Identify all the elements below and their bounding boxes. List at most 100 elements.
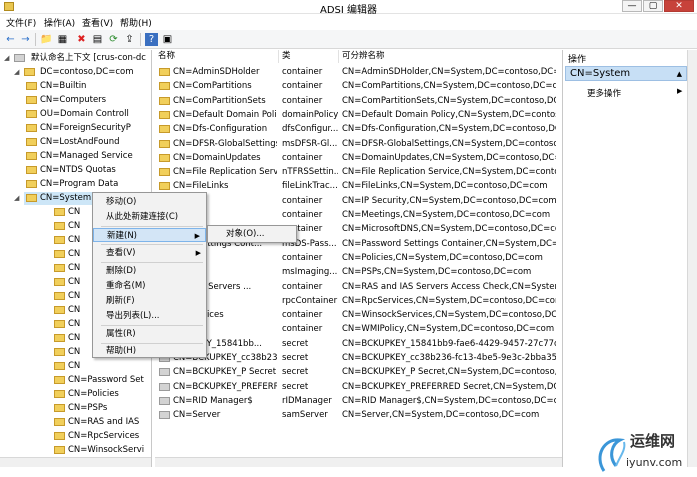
properties-icon[interactable]: ▤ xyxy=(91,33,104,46)
tree-item[interactable]: CN=ForeignSecurityP xyxy=(24,122,148,135)
export-list-icon[interactable]: ⇪ xyxy=(123,33,136,46)
menu-help[interactable]: 帮助(H) xyxy=(120,16,152,29)
tree-item[interactable]: CN=RAS and IAS xyxy=(52,416,148,429)
table-row[interactable]: CN=DFSR-GlobalSettings msDFSR-Gl... CN=DFS… xyxy=(155,138,562,151)
table-row[interactable]: tingscontainerCN=Meetings,CN=System,DC=c… xyxy=(155,209,562,222)
tree-item[interactable]: CN=Managed Service xyxy=(24,150,148,163)
context-item-new[interactable]: 新建(N) ▶ xyxy=(93,228,206,242)
context-item-move[interactable]: 移动(O) xyxy=(93,195,206,209)
action-pane-icon[interactable]: ▣ xyxy=(161,33,174,46)
action-section-header[interactable]: CN=System ▲ xyxy=(565,66,687,81)
submenu-item-object[interactable]: 对象(O)... xyxy=(208,227,296,241)
object-icon xyxy=(159,368,170,377)
folder-icon xyxy=(54,418,65,426)
table-row[interactable]: CN=Dfs-Configuration dfsConfigur... CN=Dfs… xyxy=(155,123,562,136)
action-pane-header: 操作 xyxy=(568,55,587,65)
context-item-new-connection[interactable]: 从此处新建连接(C) xyxy=(93,210,206,224)
more-actions-link[interactable]: 更多操作 xyxy=(587,87,621,99)
column-header-dn[interactable]: 可分辨名称 xyxy=(339,50,562,63)
action-pane-scrollbar[interactable] xyxy=(687,50,697,467)
tree-item[interactable]: CN=PSPs xyxy=(52,402,148,415)
table-row[interactable]: IPolicycontainerCN=WMIPolicy,CN=System,D… xyxy=(155,323,562,336)
tree-item[interactable]: CN=NTDS Quotas xyxy=(24,164,148,177)
context-item-help[interactable]: 帮助(H) xyxy=(93,344,206,358)
menu-action[interactable]: 操作(A) xyxy=(44,16,75,29)
table-row[interactable]: CN=ComPartitions container CN=ComPartition… xyxy=(155,80,562,93)
maximize-button[interactable]: ▢ xyxy=(643,0,663,12)
refresh-icon[interactable]: ⟳ xyxy=(107,33,120,46)
delete-icon[interactable]: ✖ xyxy=(75,33,88,46)
table-row[interactable]: CKUPKEY_15841bb... secret CN=BCKUPKEY_1584… xyxy=(155,338,562,351)
tree-item[interactable]: ◢ CN=System xyxy=(14,192,94,205)
tree-item[interactable]: CN=Policies xyxy=(52,388,148,401)
collapse-up-icon[interactable]: ▲ xyxy=(677,70,682,78)
title-bar: ADSI 编辑器 — ▢ ✕ xyxy=(0,0,697,16)
tree-item[interactable]: CN=WinsockServi xyxy=(52,444,148,457)
column-header-name[interactable]: 名称 xyxy=(155,50,279,63)
tree-horizontal-scrollbar[interactable] xyxy=(0,457,151,467)
cell-dn: CN=Password Settings Container,CN=System… xyxy=(342,238,556,249)
new-submenu: 对象(O)... xyxy=(207,225,297,243)
tree-item[interactable]: CN=LostAndFound xyxy=(24,136,148,149)
collapse-icon[interactable]: ◢ xyxy=(14,192,19,205)
collapse-icon[interactable]: ◢ xyxy=(14,66,19,79)
tree-item[interactable]: OU=Domain Controll xyxy=(24,108,148,121)
cell-dn: CN=DomainUpdates,CN=System,DC=contoso,DC… xyxy=(342,152,556,163)
table-row[interactable]: CN=BCKUPKEY_cc38b23... secret CN=BCKUPKEY_… xyxy=(155,352,562,365)
context-item-rename[interactable]: 重命名(M) xyxy=(93,279,206,293)
table-row[interactable]: CN=ComPartitionSets container CN=ComPartit… xyxy=(155,95,562,108)
tree-item[interactable]: CN=Password Set xyxy=(52,374,148,387)
forward-icon[interactable]: → xyxy=(19,33,32,46)
menu-separator xyxy=(101,325,203,326)
folder-icon xyxy=(26,110,37,118)
folder-icon xyxy=(24,68,35,76)
folder-icon xyxy=(54,222,65,230)
menu-file[interactable]: 文件(F) xyxy=(6,16,36,29)
context-item-view[interactable]: 查看(V) ▶ xyxy=(93,246,206,260)
close-button[interactable]: ✕ xyxy=(664,0,694,12)
menu-view[interactable]: 查看(V) xyxy=(82,16,113,29)
folder-icon xyxy=(26,138,37,146)
folder-icon xyxy=(159,125,170,134)
table-row[interactable]: CN=File Replication Servi... nTFRSSettin.… xyxy=(155,166,562,179)
back-icon[interactable]: ← xyxy=(4,33,17,46)
show-hide-tree-icon[interactable]: ▦ xyxy=(56,33,69,46)
context-item-properties[interactable]: 属性(R) xyxy=(93,327,206,341)
table-row[interactable]: CN=AdminSDHolder container CN=AdminSDHolde… xyxy=(155,66,562,79)
cell-class: dfsConfigur... xyxy=(282,124,338,135)
table-row[interactable]: ecuritycontainerCN=IP Security,CN=System… xyxy=(155,195,562,208)
table-row[interactable]: CN=DomainUpdates container CN=DomainUpdate… xyxy=(155,152,562,165)
table-row[interactable]: CN=BCKUPKEY_P Secret secret CN=BCKUPKEY_P … xyxy=(155,366,562,379)
context-item-export[interactable]: 导出列表(L)... xyxy=(93,309,206,323)
tree-item[interactable]: CN=Program Data xyxy=(24,178,148,191)
cell-name: CN=DFSR-GlobalSettings xyxy=(173,138,277,149)
list-horizontal-scrollbar[interactable] xyxy=(155,457,562,467)
table-row[interactable]: CN=Default Domain Policy domainPolicy CN=D… xyxy=(155,109,562,122)
up-folder-icon[interactable]: 📁 xyxy=(40,33,53,46)
object-list-pane: 名称 类 可分辨名称 CN=AdminSDHolder container CN=A… xyxy=(155,50,563,467)
context-item-refresh[interactable]: 刷新(F) xyxy=(93,294,206,308)
context-item-delete[interactable]: 删除(D) xyxy=(93,264,206,278)
cell-class: container xyxy=(282,252,323,263)
table-row[interactable]: ervicesrpcContainerCN=RpcServices,CN=Sys… xyxy=(155,295,562,308)
tree-item[interactable]: CN xyxy=(52,360,148,373)
table-row[interactable]: ockServicescontainerCN=WinsockServices,C… xyxy=(155,309,562,322)
collapse-icon[interactable]: ◢ xyxy=(4,52,9,65)
folder-icon xyxy=(159,182,170,191)
cell-class: container xyxy=(282,324,323,335)
folder-icon xyxy=(54,348,65,356)
tree-item[interactable]: CN=Builtin xyxy=(24,80,148,93)
table-row[interactable]: CN=BCKUPKEY_PREFERR... secret CN=BCKUPKEY_… xyxy=(155,381,562,394)
column-header-class[interactable]: 类 xyxy=(279,50,339,63)
help-icon[interactable]: ? xyxy=(145,33,158,46)
table-row[interactable]: CN=Server samServer CN=Server,CN=System,DC… xyxy=(155,409,562,422)
table-row[interactable]: and IAS Servers ... container CN=RAS and I… xyxy=(155,281,562,294)
table-row[interactable]: CN=FileLinks fileLinkTrac... CN=FileLinks,… xyxy=(155,180,562,193)
cell-class: secret xyxy=(282,381,309,392)
table-row[interactable]: iescontainerCN=Policies,CN=System,DC=con… xyxy=(155,252,562,265)
tree-item[interactable]: CN=Computers xyxy=(24,94,148,107)
tree-item[interactable]: CN=RpcServices xyxy=(52,430,148,443)
minimize-button[interactable]: — xyxy=(622,0,642,12)
table-row[interactable]: CN=RID Manager$ rIDManager CN=RID Manager$… xyxy=(155,395,562,408)
table-row[interactable]: msImaging... CN=PSPs,CN=System,DC=contoso… xyxy=(155,266,562,279)
